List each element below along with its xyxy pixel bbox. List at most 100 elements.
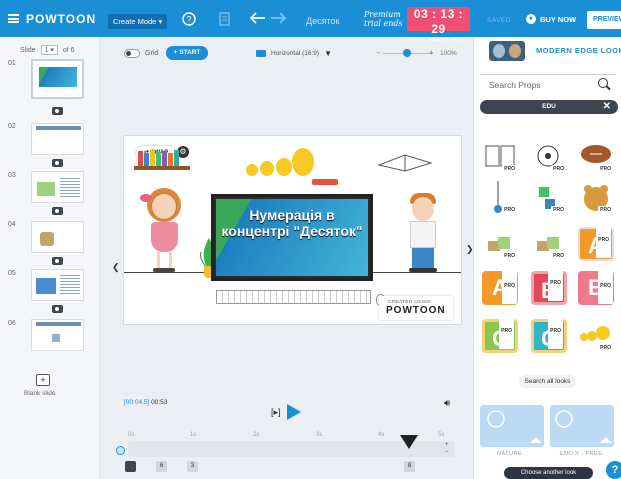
slide-thumbnail-1[interactable] xyxy=(31,59,84,99)
pro-badge: PRO xyxy=(548,265,563,301)
transition-icon[interactable] xyxy=(52,107,63,115)
transition-icon[interactable] xyxy=(52,305,63,313)
ruler-prop[interactable] xyxy=(312,179,338,185)
tick-label: 4s xyxy=(378,432,385,438)
pro-badge: PRO xyxy=(502,165,517,173)
slide-selector[interactable]: Slide 1 ▾ of 6 xyxy=(20,45,75,55)
props-search-input[interactable] xyxy=(480,74,616,75)
choose-another-look-button[interactable]: Choose another look xyxy=(504,467,593,479)
grid-toggle[interactable] xyxy=(124,49,140,58)
prop-item[interactable]: PRO xyxy=(482,181,518,215)
letter-block-a-prop[interactable]: APRO xyxy=(578,222,614,261)
monitor-prop[interactable]: Нумерація в концентрі "Десяток" xyxy=(211,194,373,281)
prop-item[interactable]: PRO xyxy=(531,140,567,174)
help-chat-icon[interactable]: ? xyxy=(606,461,621,479)
play-icon[interactable] xyxy=(286,404,301,420)
duck-prop[interactable] xyxy=(246,164,258,176)
timeline-item[interactable] xyxy=(125,461,136,472)
slide-number: 06 xyxy=(8,320,16,327)
book-prop xyxy=(168,153,173,166)
duck-prop[interactable] xyxy=(292,148,314,176)
prop-item[interactable]: PRO xyxy=(482,140,518,174)
tick-label: 2s xyxy=(253,432,260,438)
prop-item[interactable]: PRO xyxy=(531,181,567,215)
transition-icon[interactable] xyxy=(52,207,63,215)
create-mode-dropdown[interactable]: Create Mode ▾ xyxy=(108,14,168,29)
slide-thumbnail-5[interactable] xyxy=(31,269,84,301)
undo-icon[interactable] xyxy=(249,12,266,27)
slide-thumbnail-4[interactable] xyxy=(31,221,84,253)
chevron-left-icon[interactable]: ❮ xyxy=(112,262,120,273)
filter-tag[interactable]: EDU ✕ xyxy=(480,100,618,114)
preview-button[interactable]: PREVIEW xyxy=(587,11,621,29)
keyboard-prop[interactable] xyxy=(216,290,371,304)
open-book-prop[interactable] xyxy=(377,151,433,173)
zoom-out-icon[interactable]: − xyxy=(376,48,381,57)
prop-item[interactable]: PRO xyxy=(578,181,614,215)
pro-badge: PRO xyxy=(502,268,517,304)
brand-logo[interactable]: POWTOON xyxy=(8,12,96,26)
bookshelf[interactable] xyxy=(134,166,190,170)
transition-icon[interactable] xyxy=(52,257,63,265)
look-card-nature[interactable] xyxy=(480,405,544,447)
start-button[interactable]: + START xyxy=(166,46,208,60)
transition-icon[interactable] xyxy=(52,159,63,167)
project-title[interactable]: Десяток xyxy=(306,16,339,26)
boy-face xyxy=(412,197,434,221)
slide-canvas[interactable]: ⇄ SWAP ⚙ Нумерація xyxy=(123,135,462,325)
track-zoom-controls[interactable]: + − xyxy=(445,442,451,456)
letter-block-c-prop[interactable]: CPRO xyxy=(482,313,518,353)
zoom-in-icon[interactable]: + xyxy=(429,48,434,57)
timeline-item[interactable]: 3 xyxy=(187,461,198,472)
letter-block-a-prop[interactable]: APRO xyxy=(482,268,518,305)
letter-block-b-prop[interactable]: BPRO xyxy=(531,265,567,305)
document-icon[interactable] xyxy=(219,12,230,29)
slide-number: 02 xyxy=(8,123,16,130)
pro-badge: PRO xyxy=(502,252,517,260)
letter-block-c-prop[interactable]: CPRO xyxy=(531,313,567,353)
close-icon[interactable]: ✕ xyxy=(603,100,611,114)
timeline-item[interactable]: 6 xyxy=(156,461,167,472)
duck-prop[interactable] xyxy=(276,158,292,176)
book-prop xyxy=(150,150,155,166)
slide-number-select[interactable]: 1 ▾ xyxy=(40,45,58,55)
prop-item[interactable]: PRO xyxy=(578,140,614,174)
buy-now-button[interactable]: ● BUY NOW xyxy=(526,14,576,24)
help-icon[interactable]: ? xyxy=(182,12,196,29)
volume-icon[interactable]: 🔊︎ xyxy=(444,398,450,409)
slide-title-text[interactable]: Нумерація в концентрі "Десяток" xyxy=(216,207,368,239)
look-thumbnail[interactable] xyxy=(489,41,525,61)
countdown-value: 03 : 13 : 29 xyxy=(413,7,464,36)
prop-item[interactable]: PRO xyxy=(531,227,567,261)
step-frame-icon[interactable]: [▸] xyxy=(271,407,281,418)
look-label: NATURE xyxy=(497,451,523,457)
letter-block-b-prop[interactable]: BPRO xyxy=(578,268,614,305)
filter-tag-label: EDU xyxy=(542,103,556,110)
slide-thumbnail-2[interactable] xyxy=(31,123,84,155)
prop-item[interactable]: PRO xyxy=(482,227,518,261)
look-card-emoji[interactable] xyxy=(550,405,614,447)
current-time: [00:04.5] xyxy=(124,399,150,406)
redo-icon[interactable] xyxy=(270,12,287,27)
timeline-item[interactable]: 8 xyxy=(404,461,415,472)
search-placeholder[interactable]: Search Props xyxy=(489,80,541,90)
add-blank-slide-button[interactable]: + xyxy=(36,374,50,386)
zoom-slider-handle[interactable] xyxy=(403,49,411,57)
buy-now-label: BUY NOW xyxy=(540,14,577,24)
zoom-level: 100% xyxy=(440,50,457,57)
slide-number: 03 xyxy=(8,172,16,179)
book-prop xyxy=(174,150,179,166)
search-all-looks-button[interactable]: Search all looks xyxy=(519,375,576,388)
slide-thumbnail-6[interactable] xyxy=(31,319,84,351)
duck-prop[interactable] xyxy=(260,161,274,176)
orientation-dropdown[interactable]: Horizontal (16:9) ▼ xyxy=(256,49,332,58)
slide-total: of 6 xyxy=(62,47,75,54)
book-prop xyxy=(156,152,161,166)
look-title[interactable]: MODERN EDGE LOOK xyxy=(536,46,621,55)
search-icon[interactable] xyxy=(598,78,608,88)
slide-thumbnail-3[interactable] xyxy=(31,171,84,203)
menu-icon[interactable] xyxy=(8,14,19,23)
ducks-prop[interactable]: PRO xyxy=(578,319,614,353)
timeline-start-handle[interactable] xyxy=(116,446,125,455)
pro-badge: PRO xyxy=(598,206,613,214)
